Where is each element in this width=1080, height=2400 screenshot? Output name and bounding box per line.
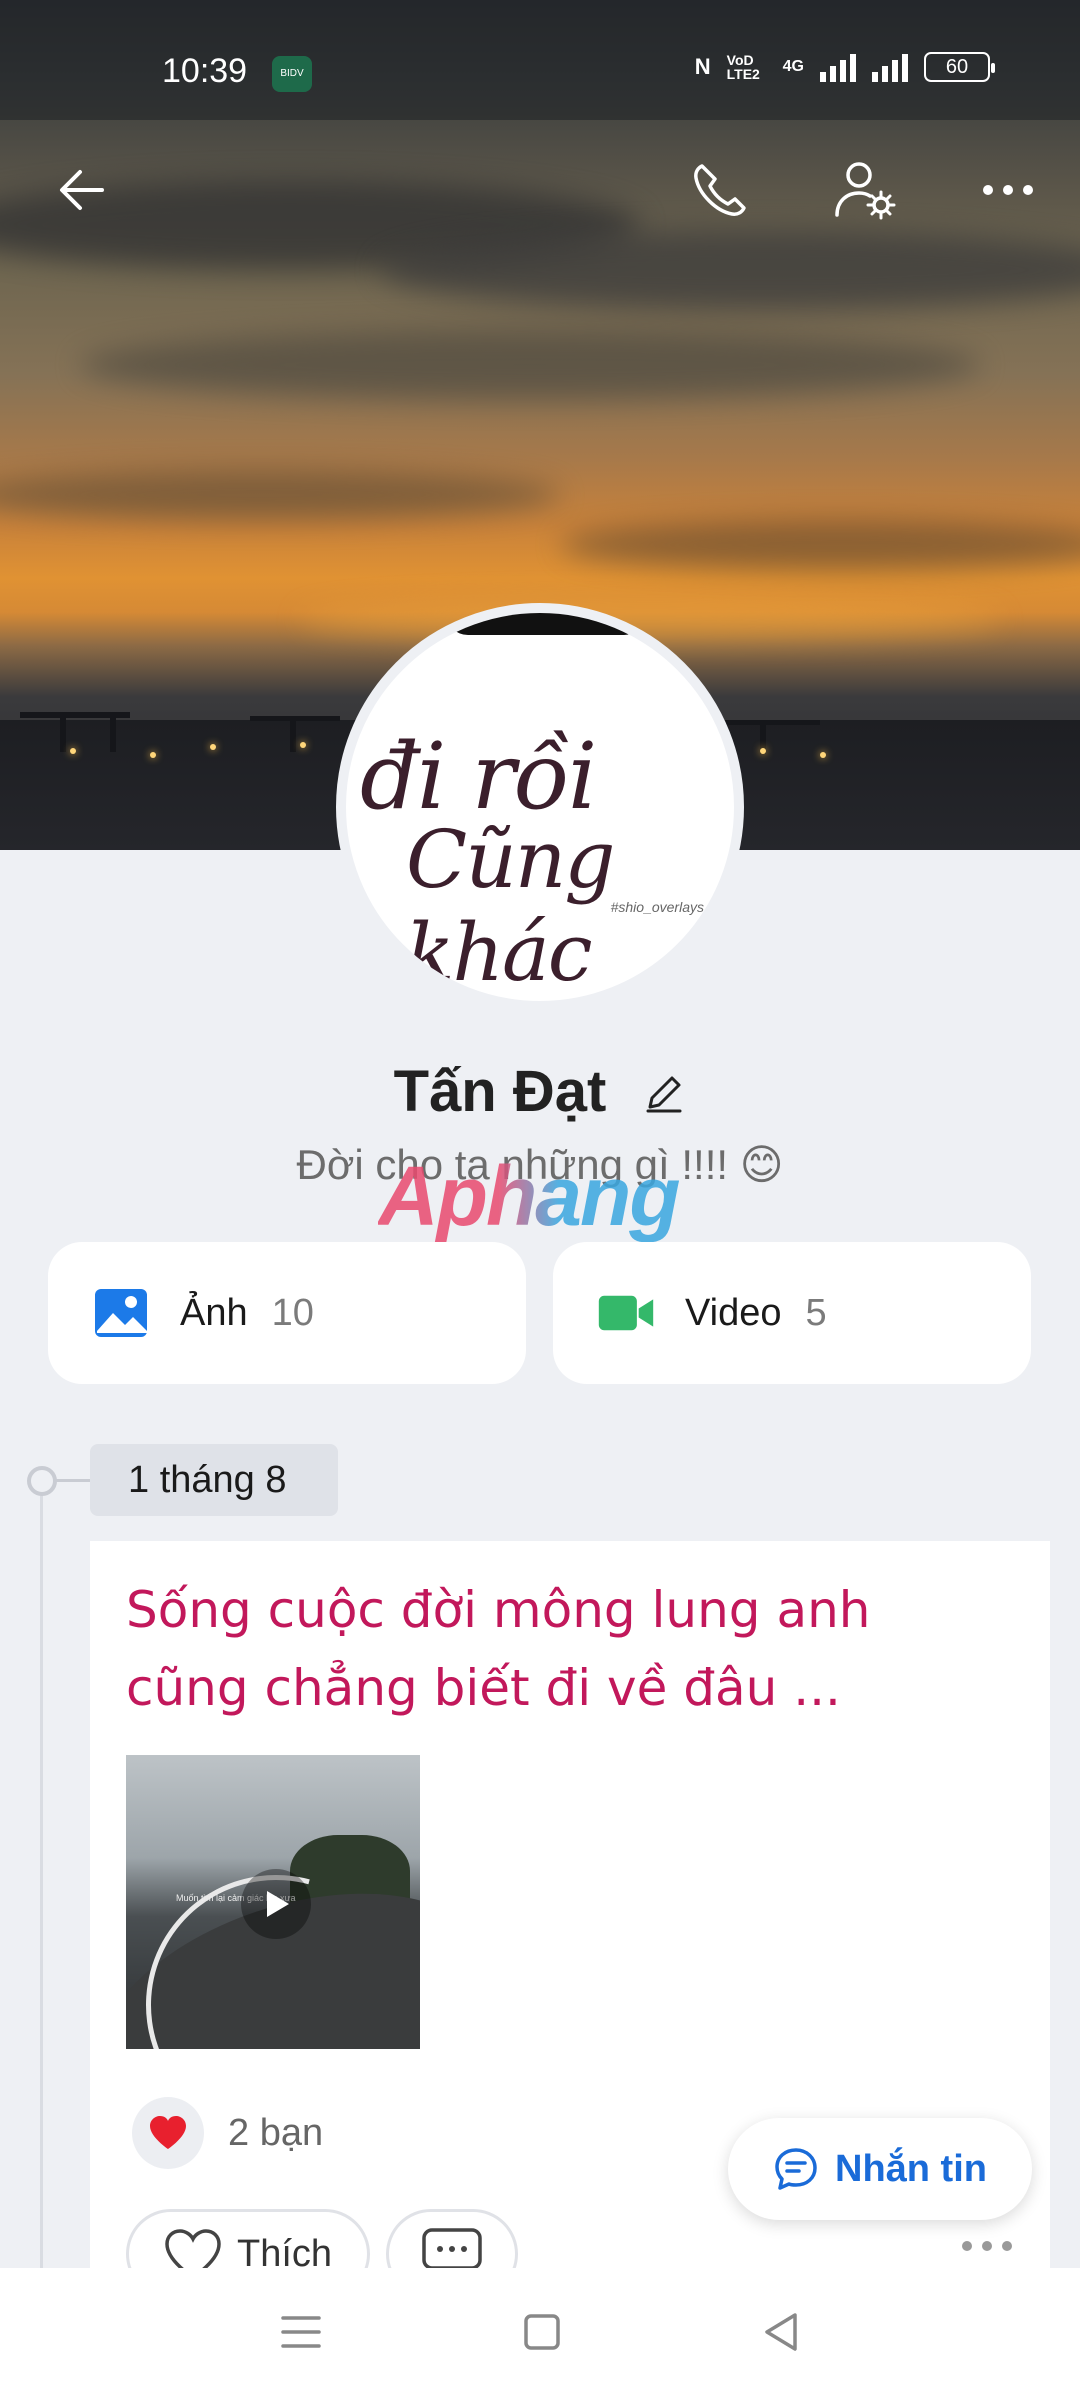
play-icon [241,1869,311,1939]
triangle-back-icon [764,2312,797,2351]
back-button[interactable] [42,150,122,230]
battery-icon: 60 [924,52,995,82]
avatar-tag: #shio_overlays [610,899,704,915]
edit-name-button[interactable] [642,1062,686,1129]
profile-avatar[interactable]: đi rồi Cũng khác #shio_overlays [336,603,744,1011]
pencil-icon [646,1076,682,1113]
post-more-button[interactable] [962,2241,1012,2251]
video-camera-icon [597,1284,655,1342]
photos-label: Ảnh [180,1291,248,1334]
profile-settings-button[interactable] [826,150,906,230]
timeline-dot [27,1466,57,1496]
home-button[interactable] [522,2312,562,2357]
timeline-line [40,1480,43,2280]
heart-icon [132,2097,204,2169]
profile-name: Tấn Đạt [393,1059,607,1124]
phone-icon [694,164,746,216]
user-settings-icon [835,162,896,220]
photos-card[interactable]: Ảnh 10 [48,1242,526,1384]
watermark-logo: Aphang [378,1149,681,1243]
videos-card[interactable]: Video 5 [553,1242,1031,1384]
status-bar: 10:39 BIDV N VoD LTE2 4G 60 [0,0,1080,120]
photos-count: 10 [271,1291,314,1334]
image-icon [92,1284,150,1342]
back-nav-button[interactable] [761,2311,801,2358]
timeline-connector [56,1479,92,1482]
arrow-left-icon [60,170,104,210]
recent-apps-button[interactable] [279,2312,323,2357]
more-horizontal-icon [983,185,1033,195]
volte-icon: VoD LTE2 [726,52,760,82]
message-label: Nhắn tin [835,2147,987,2190]
network-type: 4G [782,58,804,75]
reactions-summary[interactable]: 2 bạn [132,2097,323,2169]
videos-count: 5 [805,1291,827,1334]
message-button[interactable]: Nhắn tin [728,2118,1032,2220]
profile-name-row: Tấn Đạt [0,1058,1080,1129]
square-icon [524,2313,560,2350]
system-nav-bar [0,2268,1080,2400]
chat-bubble-icon [775,2148,817,2190]
call-button[interactable] [680,150,760,230]
timeline-date: 1 tháng 8 [90,1444,338,1516]
bank-app-notification-icon: BIDV [272,56,312,92]
timeline-post[interactable]: Sống cuộc đời mông lung anh cũng chẳng b… [90,1541,1050,2381]
post-video-thumbnail[interactable]: Muốn tìm lại cảm giác lúc xưa [126,1755,420,2049]
nfc-icon: N [694,54,711,79]
clock: 10:39 [162,52,248,90]
reactions-count: 2 bạn [228,2111,324,2154]
more-options-button[interactable] [968,150,1048,230]
menu-icon [281,2315,322,2348]
signal-icon-2 [872,52,908,82]
videos-label: Video [685,1291,782,1334]
post-text: Sống cuộc đời mông lung anh cũng chẳng b… [126,1581,871,1717]
signal-icon [820,52,856,82]
